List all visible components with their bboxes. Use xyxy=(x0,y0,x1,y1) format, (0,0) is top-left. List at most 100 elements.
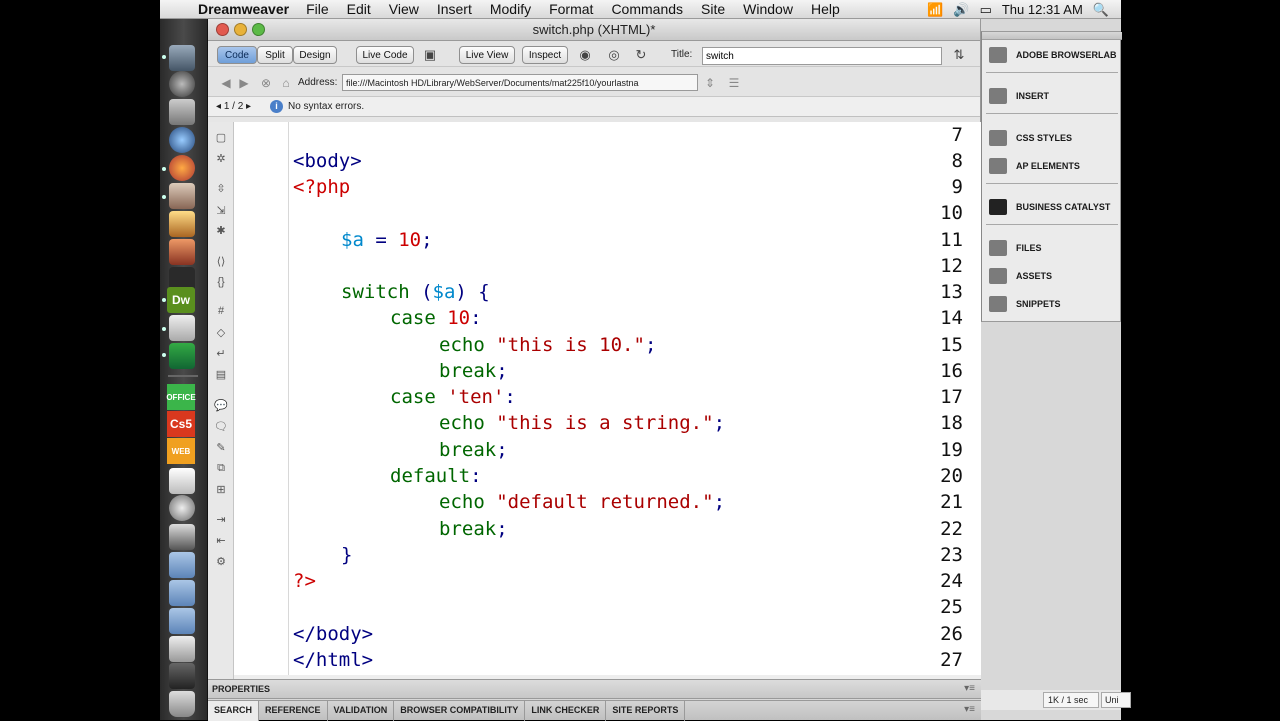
textedit-icon[interactable] xyxy=(169,315,195,341)
trash-icon[interactable] xyxy=(169,691,195,717)
tab-validation[interactable]: VALIDATION xyxy=(328,701,395,721)
menu-insert[interactable]: Insert xyxy=(428,1,481,17)
stack-icon[interactable] xyxy=(169,636,195,662)
menu-modify[interactable]: Modify xyxy=(481,1,540,17)
spotlight-icon[interactable]: 🔍 xyxy=(1093,2,1109,18)
spreadsheet-icon[interactable] xyxy=(169,343,195,369)
menu-commands[interactable]: Commands xyxy=(602,1,692,17)
code-view-button[interactable]: Code xyxy=(217,46,257,64)
inspect-button[interactable]: Inspect xyxy=(522,46,568,64)
panel-adobe-browserlab[interactable]: ADOBE BROWSERLAB xyxy=(982,45,1122,65)
volume-icon[interactable]: 🔊 xyxy=(953,2,969,18)
open-documents-icon[interactable]: ▢ xyxy=(212,128,230,146)
dreamweaver-icon[interactable]: Dw xyxy=(167,287,195,313)
code-line: break; xyxy=(439,439,508,461)
cs5-folder-icon[interactable]: Cs5 xyxy=(167,411,195,437)
recent-snippets-icon[interactable]: ⧉ xyxy=(212,459,230,477)
app-icon[interactable] xyxy=(169,239,195,265)
syntax-coloring-icon[interactable]: ▤ xyxy=(212,365,230,383)
panel-files[interactable]: FILES xyxy=(982,238,1122,258)
collapse-selection-icon[interactable]: ⇲ xyxy=(212,201,230,219)
title-input[interactable] xyxy=(702,47,942,65)
collapse-tag-icon[interactable]: ⇳ xyxy=(212,179,230,197)
outdent-code-icon[interactable]: ⇤ xyxy=(212,531,230,549)
wifi-icon[interactable]: 📶 xyxy=(927,2,943,18)
document-icon[interactable] xyxy=(169,468,195,494)
refresh-icon[interactable]: ↻ xyxy=(632,46,650,64)
view-options-icon[interactable]: ☰ xyxy=(726,75,742,91)
check-page-icon[interactable]: ▣ xyxy=(421,46,439,64)
balance-braces-icon[interactable]: {} xyxy=(212,273,230,291)
panel-assets[interactable]: ASSETS xyxy=(982,266,1122,286)
system-preferences-icon[interactable] xyxy=(169,99,195,125)
photo-app-icon[interactable] xyxy=(169,183,195,209)
apply-comment-icon[interactable]: 💬 xyxy=(212,396,230,414)
globe-icon[interactable] xyxy=(169,495,195,521)
back-arrow-icon[interactable]: ◀ xyxy=(218,75,234,91)
stop-icon[interactable]: ⊗ xyxy=(258,75,274,91)
tab-link-checker[interactable]: LINK CHECKER xyxy=(525,701,607,721)
line-numbers-icon[interactable]: # xyxy=(212,302,230,320)
properties-panel-bar[interactable]: PROPERTIES ▾≡ xyxy=(208,679,981,699)
split-view-button[interactable]: Split xyxy=(257,46,293,64)
forward-arrow-icon[interactable]: ▶ xyxy=(236,75,252,91)
expand-all-icon[interactable]: ✱ xyxy=(212,221,230,239)
show-code-navigator-icon[interactable]: ✲ xyxy=(212,149,230,167)
terminal-icon[interactable] xyxy=(169,663,195,689)
wrap-tag-icon[interactable]: ✎ xyxy=(212,438,230,456)
web-folder-icon[interactable]: WEB xyxy=(167,438,195,464)
address-dropdown-icon[interactable]: ⇕ xyxy=(702,75,718,91)
related-files-pager[interactable]: ◂ 1 / 2 ▸ xyxy=(216,101,251,112)
design-view-button[interactable]: Design xyxy=(293,46,337,64)
panel-options-icon[interactable]: ▾≡ xyxy=(964,683,975,694)
panel-ap-elements[interactable]: AP ELEMENTS xyxy=(982,156,1122,176)
highlight-invalid-icon[interactable]: ◇ xyxy=(212,323,230,341)
utility-icon[interactable] xyxy=(169,524,195,550)
preview-browser-icon[interactable]: ◉ xyxy=(576,46,594,64)
word-wrap-icon[interactable]: ↵ xyxy=(212,344,230,362)
menu-file[interactable]: File xyxy=(297,1,338,17)
tab-search[interactable]: SEARCH xyxy=(208,701,260,721)
panel-grip[interactable] xyxy=(982,32,1122,40)
panel-insert[interactable]: INSERT xyxy=(982,86,1122,106)
indent-code-icon[interactable]: ⇥ xyxy=(212,510,230,528)
downloads-folder-icon[interactable] xyxy=(169,608,195,634)
live-view-button[interactable]: Live View xyxy=(459,46,515,64)
preview-icon[interactable] xyxy=(169,211,195,237)
panel-css-styles[interactable]: CSS STYLES xyxy=(982,128,1122,148)
safari-icon[interactable] xyxy=(169,127,195,153)
menu-edit[interactable]: Edit xyxy=(338,1,380,17)
dashboard-icon[interactable] xyxy=(169,71,195,97)
panel-snippets[interactable]: SNIPPETS xyxy=(982,294,1122,314)
office-folder-icon[interactable]: OFFICE xyxy=(166,384,196,410)
running-indicator xyxy=(162,353,166,357)
documents-folder-icon[interactable] xyxy=(169,580,195,606)
menu-app-name[interactable]: Dreamweaver xyxy=(194,1,297,17)
panel-business-catalyst[interactable]: BUSINESS CATALYST xyxy=(982,197,1122,217)
remove-comment-icon[interactable]: 🗨 xyxy=(212,417,230,435)
move-css-icon[interactable]: ⊞ xyxy=(212,480,230,498)
select-parent-tag-icon[interactable]: ⟨⟩ xyxy=(212,252,230,270)
file-management-icon[interactable]: ⇅ xyxy=(950,46,968,64)
tab-browser-compatibility[interactable]: BROWSER COMPATIBILITY xyxy=(394,701,526,721)
firefox-icon[interactable] xyxy=(169,155,195,181)
format-source-icon[interactable]: ⚙ xyxy=(212,552,230,570)
menu-window[interactable]: Window xyxy=(734,1,802,17)
menu-view[interactable]: View xyxy=(380,1,428,17)
menu-format[interactable]: Format xyxy=(540,1,602,17)
code-token: ; xyxy=(496,439,508,461)
code-editor[interactable]: 7 8 9 10 11 12 13 14 15 16 17 18 19 20 2… xyxy=(234,122,981,679)
menu-site[interactable]: Site xyxy=(692,1,734,17)
clock[interactable]: Thu 12:31 AM xyxy=(1002,2,1083,17)
home-icon[interactable]: ⌂ xyxy=(278,75,294,91)
live-code-button[interactable]: Live Code xyxy=(356,46,414,64)
tab-site-reports[interactable]: SITE REPORTS xyxy=(606,701,686,721)
visual-aids-icon[interactable]: ◎ xyxy=(605,46,623,64)
applications-folder-icon[interactable] xyxy=(169,552,195,578)
tab-reference[interactable]: REFERENCE xyxy=(259,701,328,721)
finder-icon[interactable] xyxy=(169,45,195,71)
panel-options-icon[interactable]: ▾≡ xyxy=(964,704,975,715)
address-input[interactable] xyxy=(342,74,698,91)
battery-icon[interactable]: ▭ xyxy=(980,2,992,18)
menu-help[interactable]: Help xyxy=(802,1,849,17)
